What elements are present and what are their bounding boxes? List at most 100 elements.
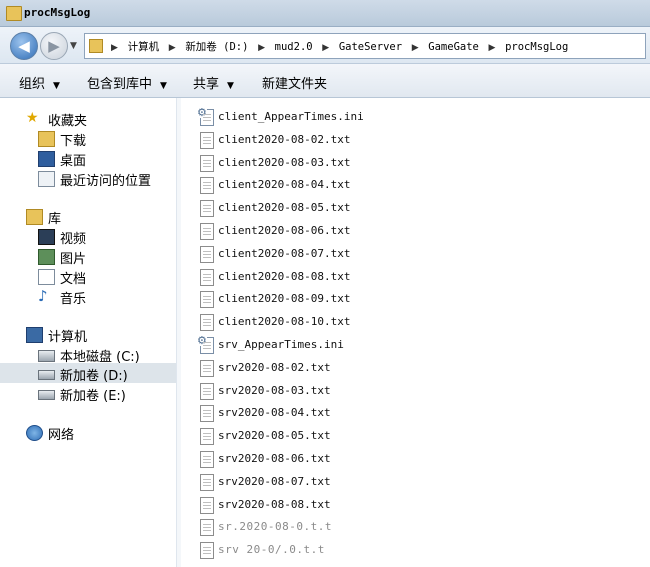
- file-list-item[interactable]: client2020-08-07.txt: [198, 244, 398, 264]
- video-icon: [38, 229, 55, 245]
- text-file-icon: [200, 405, 214, 423]
- desktop-icon: [38, 151, 55, 167]
- drive-icon: [38, 390, 55, 400]
- nav-drive-c[interactable]: 本地磁盘 (C:): [0, 344, 176, 365]
- text-file-icon: [200, 200, 214, 218]
- file-list-item[interactable]: client_AppearTimes.ini: [197, 107, 398, 127]
- file-name: client2020-08-08.txt: [218, 269, 351, 283]
- command-toolbar: 组织 ▼ 包含到库中 ▼ 共享 ▼ 新建文件夹: [0, 64, 650, 98]
- nav-videos[interactable]: 视频: [0, 226, 176, 247]
- settings-file-icon: [197, 107, 214, 126]
- recent-pages-dropdown-icon[interactable]: ▼: [70, 41, 77, 51]
- nav-desktop[interactable]: 桌面: [0, 148, 176, 169]
- nav-pictures[interactable]: 图片: [0, 246, 176, 267]
- nav-documents[interactable]: 文档: [0, 266, 176, 287]
- breadcrumb-gamegate[interactable]: GameGate: [428, 41, 479, 53]
- file-name: client2020-08-03.txt: [218, 155, 351, 169]
- file-list-item[interactable]: sr.2020-08-0.t.t: [198, 517, 398, 537]
- text-file-icon: [200, 542, 214, 560]
- file-name: client2020-08-05.txt: [218, 201, 351, 215]
- nav-downloads[interactable]: 下载: [0, 128, 176, 149]
- file-list-item[interactable]: srv2020-08-05.txt: [198, 426, 398, 446]
- text-file-icon: [200, 154, 214, 172]
- downloads-folder-icon: [38, 131, 55, 147]
- breadcrumb-separator-icon[interactable]: ▶: [111, 43, 118, 53]
- file-list-item[interactable]: client2020-08-05.txt: [198, 198, 398, 218]
- address-path-box[interactable]: ▶ 计算机 ▶ 新加卷 (D:) ▶ mud2.0 ▶ GateServer ▶…: [84, 33, 646, 59]
- dropdown-arrow-icon: ▼: [160, 81, 167, 91]
- breadcrumb-computer[interactable]: 计算机: [128, 41, 160, 53]
- breadcrumb-drive-d[interactable]: 新加卷 (D:): [185, 41, 248, 53]
- file-list-item[interactable]: srv2020-08-07.txt: [198, 472, 398, 492]
- file-name: srv2020-08-02.txt: [218, 360, 331, 374]
- file-list-item[interactable]: client2020-08-08.txt: [198, 267, 398, 287]
- file-list-item[interactable]: client2020-08-03.txt: [198, 153, 398, 173]
- file-list-item[interactable]: client2020-08-09.txt: [198, 289, 398, 309]
- dropdown-arrow-icon: ▼: [227, 81, 234, 91]
- file-list: client_AppearTimes.ini client2020-08-02.t…: [182, 98, 650, 567]
- music-icon: ♪: [38, 287, 48, 305]
- file-list-item[interactable]: srv2020-08-04.txt: [198, 403, 398, 423]
- file-list-item[interactable]: client2020-08-04.txt: [198, 175, 398, 195]
- breadcrumb-separator-icon[interactable]: ▶: [169, 43, 176, 53]
- text-file-icon: [200, 496, 214, 514]
- drive-icon: [38, 370, 55, 380]
- breadcrumb-gateserver[interactable]: GateServer: [339, 41, 402, 53]
- pane-splitter[interactable]: [177, 98, 181, 567]
- text-file-icon: [200, 451, 214, 468]
- file-name: srv2020-08-03.txt: [218, 383, 331, 397]
- file-name: srv2020-08-04.txt: [218, 406, 331, 420]
- nav-network[interactable]: 网络: [0, 422, 176, 443]
- file-list-item[interactable]: srv 20-0/.0.t.t: [198, 540, 398, 560]
- text-file-icon: [200, 177, 214, 195]
- file-list-item[interactable]: client2020-08-10.txt: [198, 312, 398, 332]
- text-file-icon: [200, 473, 214, 491]
- file-list-item[interactable]: client2020-08-06.txt: [198, 221, 398, 241]
- forward-button[interactable]: ▶: [40, 32, 68, 60]
- nav-recent-places[interactable]: 最近访问的位置: [0, 168, 176, 189]
- new-folder-button[interactable]: 新建文件夹: [262, 73, 327, 92]
- settings-file-icon: [197, 335, 214, 354]
- file-name: srv2020-08-07.txt: [218, 474, 331, 488]
- nav-drive-e[interactable]: 新加卷 (E:): [0, 383, 176, 404]
- file-name: srv2020-08-08.txt: [218, 497, 331, 511]
- organize-button[interactable]: 组织 ▼: [19, 73, 60, 92]
- file-list-item[interactable]: srv2020-08-03.txt: [198, 381, 398, 401]
- breadcrumb-separator-icon[interactable]: ▶: [322, 43, 329, 53]
- breadcrumb-mud[interactable]: mud2.0: [275, 41, 313, 53]
- file-name: srv2020-08-05.txt: [218, 429, 331, 443]
- file-list-item[interactable]: client2020-08-02.txt: [198, 130, 398, 150]
- nav-drive-d[interactable]: 新加卷 (D:): [0, 363, 176, 384]
- title-bar: procMsgLog: [0, 0, 650, 27]
- breadcrumb-separator-icon[interactable]: ▶: [412, 43, 419, 53]
- nav-libraries[interactable]: 库: [0, 206, 176, 227]
- file-list-item[interactable]: srv2020-08-08.txt: [198, 495, 398, 515]
- text-file-icon: [200, 268, 214, 286]
- file-name: client2020-08-09.txt: [218, 292, 351, 306]
- file-name: client_AppearTimes.ini: [218, 110, 364, 123]
- library-icon: [26, 209, 43, 225]
- nav-computer[interactable]: 计算机: [0, 324, 176, 345]
- include-in-library-button[interactable]: 包含到库中 ▼: [87, 73, 167, 92]
- back-button[interactable]: ◀: [10, 32, 38, 60]
- share-button[interactable]: 共享 ▼: [193, 73, 234, 92]
- system-drive-icon: [38, 350, 55, 362]
- folder-icon: [6, 6, 22, 21]
- text-file-icon: [200, 519, 214, 537]
- breadcrumb-procmsglog[interactable]: procMsgLog: [505, 41, 568, 53]
- text-file-icon: [200, 359, 214, 377]
- recent-places-icon: [38, 171, 55, 187]
- breadcrumb-separator-icon[interactable]: ▶: [489, 43, 496, 53]
- file-name: srv_AppearTimes.ini: [218, 338, 344, 351]
- file-list-item[interactable]: srv_AppearTimes.ini: [197, 335, 398, 355]
- nav-favorites[interactable]: ★ 收藏夹: [0, 108, 176, 129]
- window-title: procMsgLog: [24, 6, 91, 19]
- file-list-item[interactable]: srv2020-08-02.txt: [198, 358, 398, 378]
- file-list-item[interactable]: srv2020-08-06.txt: [198, 449, 398, 469]
- folder-icon: [89, 39, 103, 53]
- text-file-icon: [200, 245, 214, 263]
- nav-music[interactable]: ♪ 音乐: [0, 286, 176, 308]
- text-file-icon: [200, 382, 214, 400]
- breadcrumb-separator-icon[interactable]: ▶: [258, 43, 265, 53]
- documents-icon: [38, 269, 55, 285]
